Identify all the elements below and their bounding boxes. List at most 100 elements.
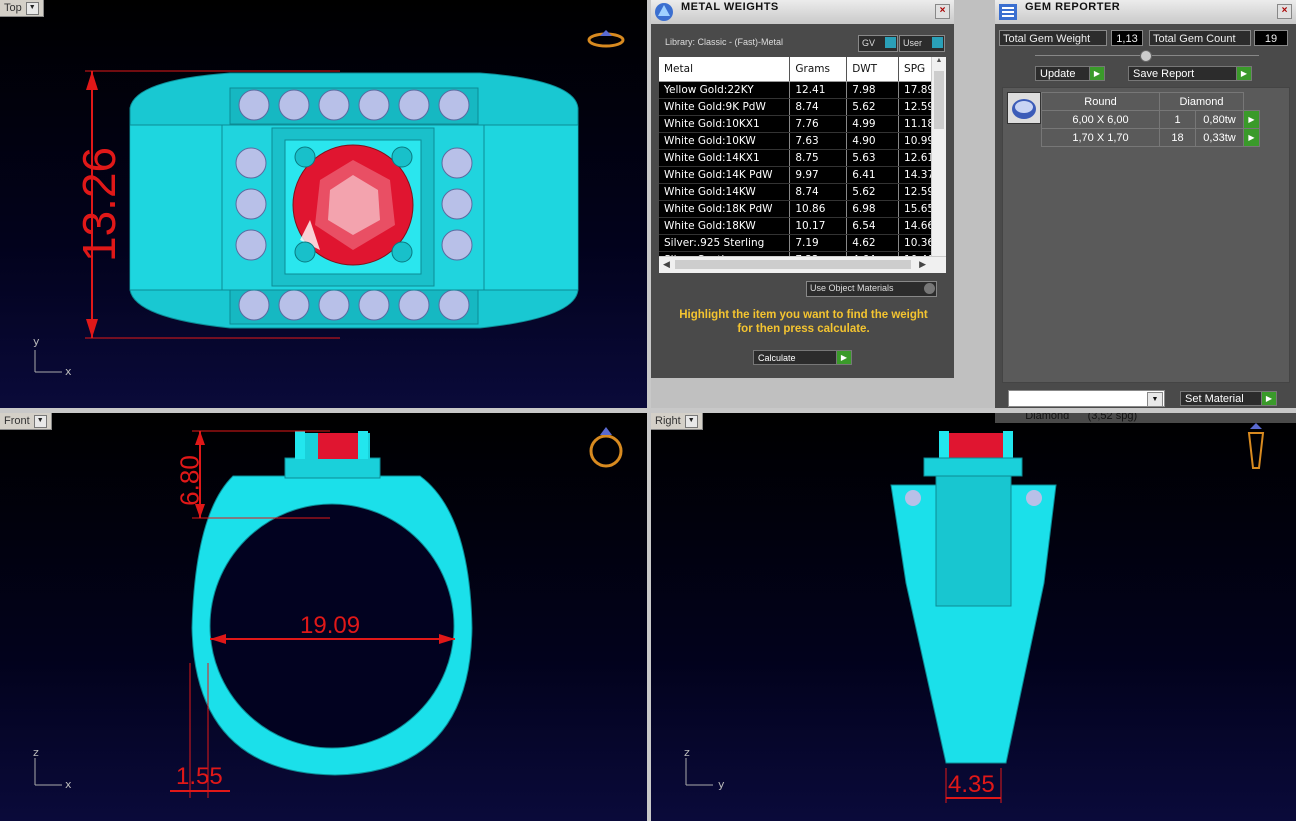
table-row[interactable]: White Gold:10KW 7.63 4.90 10.99 (659, 132, 946, 150)
grams-value: 8.74 (789, 183, 848, 201)
table-row[interactable]: White Gold:10KX1 7.76 4.99 11.18 (659, 115, 946, 133)
viewport-top-name: Top (4, 2, 22, 14)
gem-row[interactable]: 1,70 X 1,70 18 0,33tw ▶ (1041, 128, 1260, 147)
axis-z-label: z (684, 746, 690, 759)
viewport-right-label[interactable]: Right ▼ (651, 413, 703, 430)
scroll-left-icon[interactable]: ◀ (663, 259, 670, 270)
dwt-value: 4.62 (846, 234, 900, 252)
calculate-button[interactable]: Calculate ▶ (753, 350, 852, 365)
viewport-top[interactable]: 13.26 y x Top ▼ (0, 0, 647, 408)
user-toggle[interactable]: User (899, 35, 945, 52)
total-gem-weight-value: 1,13 (1111, 30, 1143, 46)
metal-name: Silver:.925 Sterling (659, 234, 791, 252)
grams-value: 10.86 (789, 200, 848, 218)
gem-header-row: Round Diamond (1041, 92, 1260, 111)
play-icon: ▶ (1261, 392, 1276, 405)
col-dwt[interactable]: DWT (846, 57, 900, 82)
dwt-value: 4.90 (846, 132, 900, 150)
save-report-button[interactable]: Save Report ▶ (1128, 66, 1252, 81)
scroll-right-icon[interactable]: ▶ (919, 259, 926, 270)
right-view-drawing (685, 423, 1265, 803)
table-row[interactable]: White Gold:18K PdW 10.86 6.98 15.65 (659, 200, 946, 218)
update-label: Update (1040, 68, 1076, 80)
viewport-right[interactable]: 4.35 z y Right ▼ (651, 413, 1296, 821)
weight-hint: Highlight the item you want to find the … (679, 309, 928, 335)
splitter-handle-icon[interactable] (1140, 50, 1152, 62)
play-icon: ▶ (1236, 67, 1251, 80)
dimension-bottom-label: 4.35 (948, 771, 995, 798)
dwt-value: 4.99 (846, 115, 900, 133)
table-row[interactable]: White Gold:14K PdW 9.97 6.41 14.37 (659, 166, 946, 184)
use-object-materials-label: Use Object Materials (810, 283, 894, 293)
chevron-down-icon[interactable]: ▼ (1147, 392, 1163, 407)
gem-reporter-logo-icon (999, 4, 1017, 20)
update-button[interactable]: Update ▶ (1035, 66, 1105, 81)
set-material-label: Set Material (1185, 393, 1244, 405)
gem-list: Round Diamond 6,00 X 6,00 1 0,80tw ▶ 1,7… (1002, 87, 1290, 383)
grams-value: 7.76 (789, 115, 848, 133)
chevron-down-icon[interactable]: ▼ (25, 1, 39, 15)
h-scroll-thumb[interactable] (675, 260, 911, 269)
viewport-front-label[interactable]: Front ▼ (0, 413, 52, 430)
grams-value: 10.17 (789, 217, 848, 235)
viewport-front[interactable]: 6.80 19.09 1.55 z x Front ▼ (0, 413, 647, 821)
metal-table: Metal Grams DWT SPG Yellow Gold:22KY 12.4… (659, 57, 946, 269)
radio-icon[interactable] (924, 283, 935, 294)
chevron-down-icon[interactable]: ▼ (33, 414, 47, 428)
viewport-top-label[interactable]: Top ▼ (0, 0, 44, 17)
table-row[interactable]: White Gold:9K PdW 8.74 5.62 12.59 (659, 98, 946, 116)
grams-value: 9.97 (789, 166, 848, 184)
metal-weights-titlebar[interactable]: METAL WEIGHTS × (651, 0, 954, 24)
user-label: User (903, 38, 923, 48)
vertical-scrollbar[interactable]: ▲ (931, 57, 946, 257)
table-row[interactable]: White Gold:18KW 10.17 6.54 14.66 (659, 217, 946, 235)
scroll-up-icon[interactable]: ▲ (932, 57, 946, 69)
dimension-bottom-label: 1.55 (176, 763, 223, 790)
total-gem-count-label: Total Gem Count (1149, 30, 1251, 46)
axis-y-label: y (33, 335, 40, 348)
gem-reporter-titlebar[interactable]: GEM REPORTER × (995, 0, 1296, 24)
save-report-label: Save Report (1133, 68, 1195, 80)
viewport-divider-vertical[interactable] (647, 0, 651, 821)
dwt-value: 5.62 (846, 98, 900, 116)
library-label: Library: Classic - (Fast)-Metal (665, 37, 784, 47)
metal-table-container[interactable]: Metal Grams DWT SPG Yellow Gold:22KY 12.4… (659, 57, 946, 273)
gem-row[interactable]: 6,00 X 6,00 1 0,80tw ▶ (1041, 110, 1260, 129)
metal-weights-logo-icon (655, 3, 673, 21)
gv-toggle[interactable]: GV (858, 35, 898, 52)
grams-value: 7.63 (789, 132, 848, 150)
shape-header: Round (1041, 92, 1160, 111)
material-header: Diamond (1159, 92, 1244, 111)
toggle-icon (932, 37, 943, 48)
play-icon[interactable]: ▶ (1243, 110, 1260, 129)
scroll-thumb[interactable] (934, 71, 944, 129)
col-grams[interactable]: Grams (789, 57, 848, 82)
chevron-down-icon[interactable]: ▼ (684, 414, 698, 428)
gem-table: Round Diamond 6,00 X 6,00 1 0,80tw ▶ 1,7… (1041, 92, 1260, 147)
metal-weights-panel: METAL WEIGHTS × Library: Classic - (Fast… (651, 0, 954, 378)
table-row[interactable]: Silver:.925 Sterling 7.19 4.62 10.36 (659, 234, 946, 252)
horizontal-scrollbar[interactable]: ◀ ▶ (659, 256, 946, 273)
table-row[interactable]: White Gold:14KX1 8.75 5.63 12.61 (659, 149, 946, 167)
gem-count: 1 (1159, 110, 1196, 129)
gem-size: 1,70 X 1,70 (1041, 128, 1160, 147)
play-icon[interactable]: ▶ (1243, 128, 1260, 147)
material-select[interactable]: Diamond (3,52 spg) ▼ (1008, 390, 1165, 422)
axis-x-label: x (65, 778, 72, 791)
gem-thumbnail[interactable] (1007, 92, 1041, 124)
table-row[interactable]: Yellow Gold:22KY 12.41 7.98 17.89 (659, 81, 946, 99)
play-icon: ▶ (836, 351, 851, 364)
close-icon[interactable]: × (1277, 4, 1292, 19)
use-object-materials[interactable]: Use Object Materials (806, 281, 937, 297)
gv-label: GV (862, 38, 876, 48)
metal-name: White Gold:10KW (659, 132, 791, 150)
viewport-front-name: Front (4, 415, 30, 427)
table-row[interactable]: White Gold:14KW 8.74 5.62 12.59 (659, 183, 946, 201)
col-metal[interactable]: Metal (659, 57, 791, 82)
close-icon[interactable]: × (935, 4, 950, 19)
metal-name: White Gold:14K PdW (659, 166, 791, 184)
dwt-value: 6.98 (846, 200, 900, 218)
set-material-button[interactable]: Set Material ▶ (1180, 391, 1277, 406)
calculate-label: Calculate (758, 353, 796, 363)
metal-name: White Gold:14KW (659, 183, 791, 201)
